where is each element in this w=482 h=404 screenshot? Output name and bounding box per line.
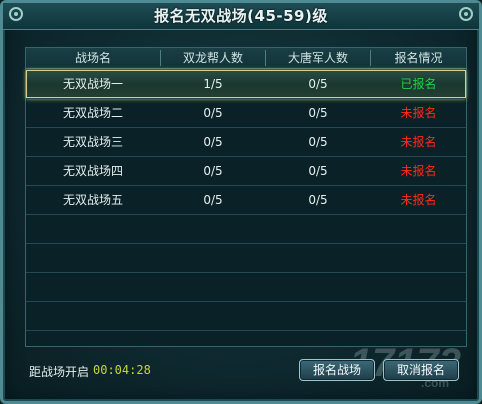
team2-count: 0/5 [308, 77, 328, 91]
team1-count: 0/5 [203, 193, 223, 207]
empty-row [26, 302, 466, 331]
signup-dialog: 报名无双战场(45-59)级 战场名 双龙帮人数 大唐军人数 报名情况 无双战场… [0, 0, 482, 404]
team1-count: 0/5 [203, 135, 223, 149]
register-button[interactable]: 报名战场 [299, 359, 375, 381]
battlefield-name: 无双战场一 [62, 77, 123, 91]
signup-status: 未报名 [400, 135, 437, 149]
column-header-team1: 双龙帮人数 [182, 51, 243, 65]
empty-row [26, 244, 466, 273]
battlefield-name: 无双战场二 [62, 106, 123, 120]
team2-count: 0/5 [308, 135, 328, 149]
battlefield-name: 无双战场五 [62, 193, 123, 207]
cancel-registration-button[interactable]: 取消报名 [383, 359, 459, 381]
table-row[interactable]: 无双战场五 0/5 0/5 未报名 [26, 186, 466, 215]
table-header: 战场名 双龙帮人数 大唐军人数 报名情况 [26, 48, 466, 69]
empty-row [26, 215, 466, 244]
signup-status: 未报名 [400, 106, 437, 120]
table-row[interactable]: 无双战场三 0/5 0/5 未报名 [26, 128, 466, 157]
table-row[interactable]: 无双战场二 0/5 0/5 未报名 [26, 99, 466, 128]
team1-count: 0/5 [203, 164, 223, 178]
dialog-title: 报名无双战场(45-59)级 [154, 7, 328, 25]
team2-count: 0/5 [308, 164, 328, 178]
signup-status: 已报名 [400, 77, 437, 91]
team1-count: 0/5 [203, 106, 223, 120]
countdown-timer: 00:04:28 [93, 363, 151, 377]
table-row[interactable]: 无双战场一 1/5 0/5 已报名 [26, 70, 466, 99]
table-row[interactable]: 无双战场四 0/5 0/5 未报名 [26, 157, 466, 186]
battlefield-table: 战场名 双龙帮人数 大唐军人数 报名情况 无双战场一 1/5 0/5 已报名 无… [25, 47, 467, 347]
column-header-battlefield: 战场名 [74, 51, 111, 65]
team2-count: 0/5 [308, 106, 328, 120]
battlefield-name: 无双战场四 [62, 164, 123, 178]
signup-status: 未报名 [400, 193, 437, 207]
title-bar[interactable]: 报名无双战场(45-59)级 [3, 3, 479, 30]
countdown-label: 距战场开启 [29, 365, 90, 379]
column-header-status: 报名情况 [394, 51, 443, 65]
team2-count: 0/5 [308, 193, 328, 207]
signup-status: 未报名 [400, 164, 437, 178]
battlefield-name: 无双战场三 [62, 135, 123, 149]
column-header-team2: 大唐军人数 [287, 51, 348, 65]
empty-row [26, 273, 466, 302]
team1-count: 1/5 [203, 77, 223, 91]
corner-ornament-icon [459, 7, 473, 21]
